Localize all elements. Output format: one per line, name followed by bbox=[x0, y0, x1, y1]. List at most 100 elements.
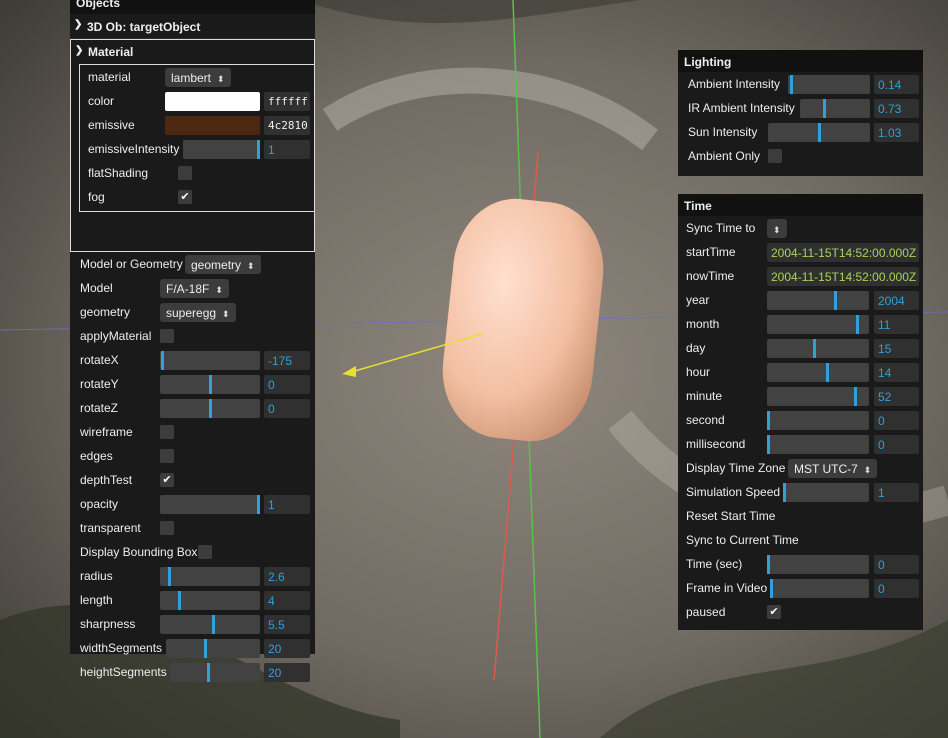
color-hex-input[interactable]: ffffff bbox=[264, 92, 310, 111]
nowtime-input[interactable]: 2004-11-15T14:52:00.000Z bbox=[767, 267, 919, 286]
slider-handle[interactable] bbox=[834, 291, 837, 310]
emissiveintensity-value-input[interactable]: 1 bbox=[264, 140, 310, 159]
heightsegments-value-input[interactable]: 20 bbox=[264, 663, 310, 682]
simulation-speed-slider[interactable] bbox=[783, 483, 869, 502]
hour-slider[interactable] bbox=[767, 363, 869, 382]
widthsegments-value-input[interactable]: 20 bbox=[264, 639, 310, 658]
starttime-input[interactable]: 2004-11-15T14:52:00.000Z bbox=[767, 243, 919, 262]
slider-handle[interactable] bbox=[209, 399, 212, 418]
minute-value-input[interactable]: 52 bbox=[874, 387, 919, 406]
depthtest-checkbox[interactable]: ✔ bbox=[160, 473, 174, 487]
month-slider[interactable] bbox=[767, 315, 869, 334]
paused-checkbox[interactable]: ✔ bbox=[767, 605, 781, 619]
length-value-input[interactable]: 4 bbox=[264, 591, 310, 610]
wireframe-checkbox[interactable] bbox=[160, 425, 174, 439]
material-select[interactable]: lambert ⬍ bbox=[165, 68, 231, 87]
slider-handle[interactable] bbox=[767, 555, 770, 574]
rotatez-slider[interactable] bbox=[160, 399, 260, 418]
lighting-panel-header[interactable]: Lighting bbox=[678, 50, 923, 72]
slider-handle[interactable] bbox=[178, 591, 181, 610]
geometry-select[interactable]: superegg ⬍ bbox=[160, 303, 236, 322]
ir-ambient-intensity-value-input[interactable]: 0.73 bbox=[874, 99, 919, 118]
slider-handle[interactable] bbox=[790, 75, 793, 94]
model-select[interactable]: F/A-18F ⬍ bbox=[160, 279, 229, 298]
millisecond-slider[interactable] bbox=[767, 435, 869, 454]
rotatey-slider[interactable] bbox=[160, 375, 260, 394]
emissiveintensity-slider[interactable] bbox=[183, 140, 260, 159]
second-value-input[interactable]: 0 bbox=[874, 411, 919, 430]
flatshading-checkbox[interactable] bbox=[178, 166, 192, 180]
rotatex-value-input[interactable]: -175 bbox=[264, 351, 310, 370]
time-panel-header[interactable]: Time bbox=[678, 194, 923, 216]
simulation-speed-value-input[interactable]: 1 bbox=[874, 483, 919, 502]
control-row-reset-start-time[interactable]: Reset Start Time bbox=[678, 504, 923, 528]
display-time-zone-select[interactable]: MST UTC-7 ⬍ bbox=[788, 459, 878, 478]
slider-handle[interactable] bbox=[209, 375, 212, 394]
color-color-swatch[interactable] bbox=[165, 92, 260, 111]
ir-ambient-intensity-slider[interactable] bbox=[800, 99, 870, 118]
control-label[interactable]: Reset Start Time bbox=[686, 509, 775, 523]
frame-in-video-slider[interactable] bbox=[770, 579, 869, 598]
sharpness-value-input[interactable]: 5.5 bbox=[264, 615, 310, 634]
slider-handle[interactable] bbox=[770, 579, 773, 598]
model-or-geometry-select[interactable]: geometry ⬍ bbox=[185, 255, 261, 274]
millisecond-value-input[interactable]: 0 bbox=[874, 435, 919, 454]
control-row-sync-to-current-time[interactable]: Sync to Current Time bbox=[678, 528, 923, 552]
radius-slider[interactable] bbox=[160, 567, 260, 586]
length-slider[interactable] bbox=[160, 591, 260, 610]
sun-intensity-value-input[interactable]: 1.03 bbox=[874, 123, 919, 142]
emissive-hex-input[interactable]: 4c2810 bbox=[264, 116, 310, 135]
month-value-input[interactable]: 11 bbox=[874, 315, 919, 334]
slider-handle[interactable] bbox=[204, 639, 207, 658]
slider-handle[interactable] bbox=[168, 567, 171, 586]
opacity-slider[interactable] bbox=[160, 495, 260, 514]
hour-value-input[interactable]: 14 bbox=[874, 363, 919, 382]
sharpness-slider[interactable] bbox=[160, 615, 260, 634]
display-bounding-box-checkbox[interactable] bbox=[198, 545, 212, 559]
slider-handle[interactable] bbox=[212, 615, 215, 634]
ambient-intensity-value-input[interactable]: 0.14 bbox=[874, 75, 919, 94]
widthsegments-slider[interactable] bbox=[166, 639, 260, 658]
slider-handle[interactable] bbox=[813, 339, 816, 358]
year-slider[interactable] bbox=[767, 291, 869, 310]
objects-panel-title-bar[interactable]: Objects bbox=[70, 0, 315, 14]
sync-time-to-select[interactable]: ⬍ bbox=[767, 219, 787, 238]
year-value-input[interactable]: 2004 bbox=[874, 291, 919, 310]
control-label[interactable]: Sync to Current Time bbox=[686, 533, 799, 547]
slider-handle[interactable] bbox=[823, 99, 826, 118]
slider-handle[interactable] bbox=[767, 411, 770, 430]
opacity-value-input[interactable]: 1 bbox=[264, 495, 310, 514]
slider-handle[interactable] bbox=[854, 387, 857, 406]
rotatez-value-input[interactable]: 0 bbox=[264, 399, 310, 418]
edges-checkbox[interactable] bbox=[160, 449, 174, 463]
sun-intensity-slider[interactable] bbox=[768, 123, 870, 142]
radius-value-input[interactable]: 2.6 bbox=[264, 567, 310, 586]
folder-targetobject[interactable]: ❯ 3D Ob: targetObject bbox=[70, 14, 315, 39]
time-sec-slider[interactable] bbox=[767, 555, 869, 574]
transparent-checkbox[interactable] bbox=[160, 521, 174, 535]
slider-handle[interactable] bbox=[783, 483, 786, 502]
slider-handle[interactable] bbox=[818, 123, 821, 142]
slider-handle[interactable] bbox=[767, 435, 770, 454]
time-sec-value-input[interactable]: 0 bbox=[874, 555, 919, 574]
heightsegments-slider[interactable] bbox=[170, 663, 260, 682]
fog-checkbox[interactable]: ✔ bbox=[178, 190, 192, 204]
ambient-intensity-slider[interactable] bbox=[788, 75, 870, 94]
slider-handle[interactable] bbox=[257, 495, 260, 514]
day-value-input[interactable]: 15 bbox=[874, 339, 919, 358]
ambient-only-checkbox[interactable] bbox=[768, 149, 782, 163]
slider-handle[interactable] bbox=[161, 351, 164, 370]
frame-in-video-value-input[interactable]: 0 bbox=[874, 579, 919, 598]
slider-handle[interactable] bbox=[257, 140, 260, 159]
emissive-color-swatch[interactable] bbox=[165, 116, 260, 135]
material-folder-header[interactable]: ❯ Material bbox=[71, 40, 314, 62]
second-slider[interactable] bbox=[767, 411, 869, 430]
slider-handle[interactable] bbox=[207, 663, 210, 682]
applymaterial-checkbox[interactable] bbox=[160, 329, 174, 343]
minute-slider[interactable] bbox=[767, 387, 869, 406]
rotatey-value-input[interactable]: 0 bbox=[264, 375, 310, 394]
slider-handle[interactable] bbox=[826, 363, 829, 382]
slider-handle[interactable] bbox=[856, 315, 859, 334]
rotatex-slider[interactable] bbox=[160, 351, 260, 370]
day-slider[interactable] bbox=[767, 339, 869, 358]
